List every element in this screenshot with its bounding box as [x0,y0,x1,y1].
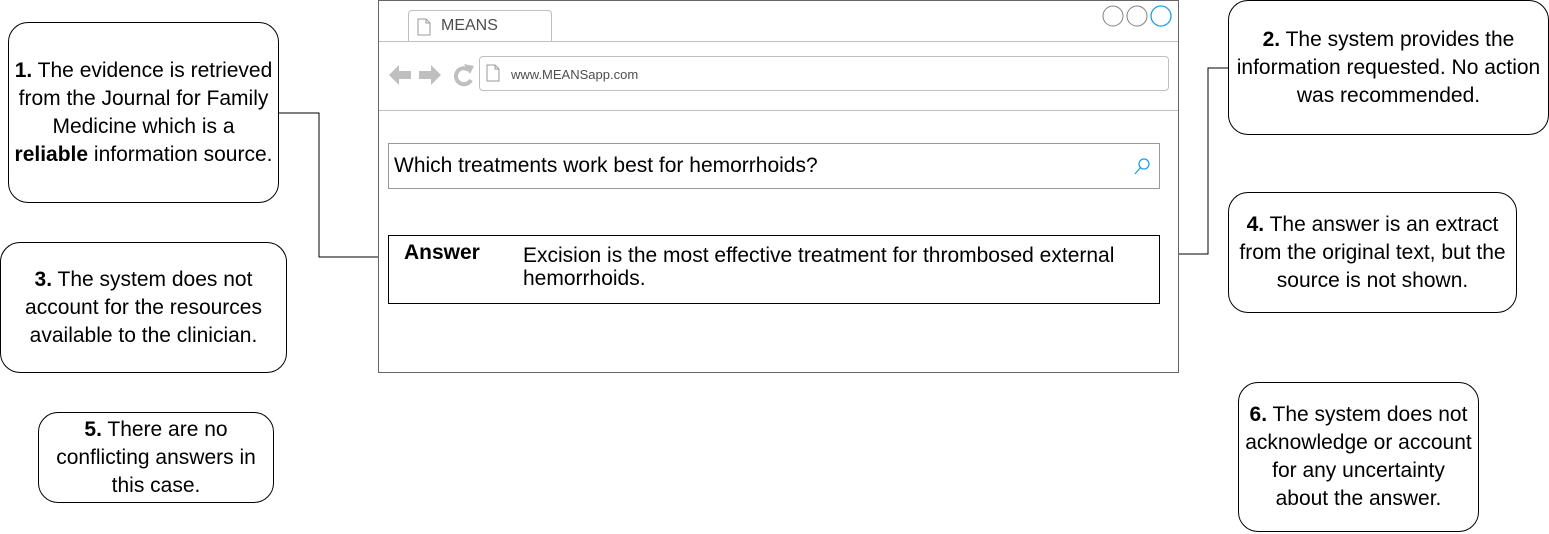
browser-toolbar: www.MEANSapp.com [379,42,1178,111]
callout-2: 2. The system provides the information r… [1228,0,1549,135]
callout-6: 6. The system does not acknowledge or ac… [1238,382,1479,532]
window-control-circle-2 [1126,5,1148,27]
callout-6-text: The system does not acknowledge or accou… [1245,403,1472,510]
tab-strip: MEANS [379,1,1178,42]
back-arrow-icon [389,65,411,85]
reload-icon [453,64,474,87]
answer-text: Excision is the most effective treatment… [523,244,1115,290]
document-icon [486,64,500,82]
search-icon[interactable] [1133,157,1151,177]
window-control-circle-1 [1102,5,1124,27]
callout-1: 1. The evidence is retrieved from the Jo… [8,22,279,203]
callout-3: 3. The system does not account for the r… [0,242,287,373]
connector-callout-1-to-answer [279,112,387,261]
callout-1-text-end: information source. [88,142,273,166]
search-input[interactable]: Which treatments work best for hemorrhoi… [388,143,1160,189]
window-control-circle-3 [1150,5,1172,27]
callout-5: 5. There are no conflicting answers in t… [38,412,274,503]
callout-3-text: The system does not account for the reso… [25,267,262,347]
callout-5-number: 5. [84,417,102,441]
callout-1-emphasis: reliable [14,142,89,166]
address-bar[interactable]: www.MEANSapp.com [479,56,1169,91]
search-query-text: Which treatments work best for hemorrhoi… [394,154,818,177]
window-controls [1102,5,1172,27]
tab-means[interactable]: MEANS [408,10,552,41]
answer-label: Answer [404,241,480,264]
callout-6-number: 6. [1249,403,1268,426]
callout-4-number: 4. [1246,212,1265,236]
forward-arrow-icon [419,65,441,85]
callout-1-number: 1. [14,58,33,82]
callout-4: 4. The answer is an extract from the ori… [1228,192,1517,313]
answer-panel: Answer Excision is the most effective tr… [388,235,1160,304]
callout-3-number: 3. [34,267,53,291]
browser-window: MEANS www.MEANSapp.com Which treatments … [378,0,1179,373]
callout-2-number: 2. [1262,27,1281,51]
url-text: www.MEANSapp.com [511,67,639,82]
navigation-icons [389,64,474,87]
callout-2-text: The system provides the information requ… [1236,27,1541,107]
document-icon [417,18,431,36]
tab-title: MEANS [441,17,498,34]
callout-1-text: The evidence is retrieved from the Journ… [18,58,273,138]
callout-4-text: The answer is an extract from the origin… [1239,212,1506,292]
